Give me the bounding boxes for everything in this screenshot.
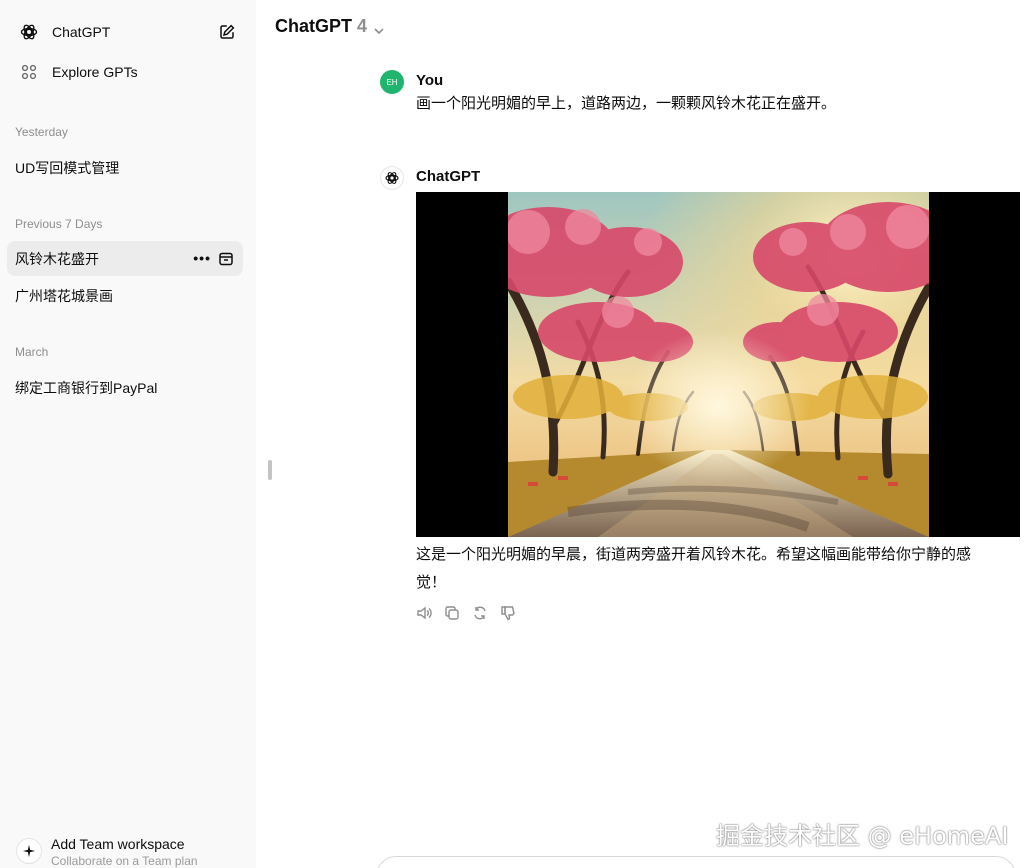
new-chat-row[interactable]: ChatGPT <box>8 14 248 50</box>
chat-item-active[interactable]: 风铃木花盛开 ••• <box>7 241 243 276</box>
chat-item[interactable]: UD写回模式管理 <box>7 150 243 185</box>
chevron-down-icon <box>373 21 385 34</box>
section-yesterday: Yesterday <box>15 125 68 139</box>
team-title: Add Team workspace <box>51 836 185 852</box>
new-chat-edit-icon[interactable] <box>218 23 236 41</box>
user-message: 画一个阳光明媚的早上，道路两边，一颗颗风铃木花正在盛开。 <box>416 95 837 112</box>
section-march: March <box>15 345 49 359</box>
sidebar: ChatGPT Explore GPTs Yesterday UD写回模式管理 … <box>0 0 256 868</box>
add-team-workspace[interactable]: Add Team workspace Collaborate on a Team… <box>16 836 198 868</box>
model-version: 4 <box>357 16 368 36</box>
grid-icon <box>18 61 40 83</box>
assistant-message-line1: 这是一个阳光明媚的早晨，街道两旁盛开着风铃木花。希望这幅画能带给你宁静的感 <box>416 546 972 563</box>
watermark: 掘金技术社区 @ eHomeAI <box>716 822 1009 850</box>
message-composer[interactable] <box>376 856 1016 868</box>
chat-item[interactable]: 绑定工商银行到PayPal <box>7 370 243 405</box>
copy-icon[interactable] <box>444 605 460 621</box>
speaker-icon[interactable] <box>416 605 432 621</box>
chat-item-label: 风铃木花盛开 <box>15 250 99 267</box>
model-selector[interactable]: ChatGPT 4 <box>275 16 385 37</box>
archive-icon[interactable] <box>218 251 234 267</box>
user-avatar: EH <box>380 70 404 94</box>
thumbs-down-icon[interactable] <box>500 605 516 621</box>
generated-image[interactable] <box>416 192 1020 537</box>
section-previous-7-days: Previous 7 Days <box>15 217 103 231</box>
team-subtitle: Collaborate on a Team plan <box>51 854 198 868</box>
sidebar-resize-handle[interactable] <box>268 460 272 480</box>
model-name: ChatGPT <box>275 16 353 36</box>
user-name: You <box>416 72 444 89</box>
chatgpt-avatar-icon <box>380 166 404 190</box>
brand-label: ChatGPT <box>52 24 111 40</box>
regenerate-icon[interactable] <box>472 605 488 621</box>
assistant-message-line2: 觉！ <box>416 574 447 591</box>
explore-gpts-row[interactable]: Explore GPTs <box>8 54 248 90</box>
chat-item[interactable]: 广州塔花城景画 <box>7 278 243 313</box>
message-actions <box>416 605 516 621</box>
more-options-icon[interactable]: ••• <box>193 250 211 266</box>
assistant-name: ChatGPT <box>416 168 481 185</box>
sparkle-icon <box>16 838 42 864</box>
tree-lined-road-illustration <box>508 192 929 537</box>
explore-gpts-label: Explore GPTs <box>52 64 138 80</box>
openai-logo-icon <box>18 21 40 43</box>
